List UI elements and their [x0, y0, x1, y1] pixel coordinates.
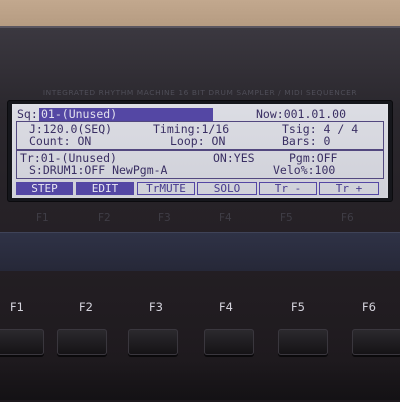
f1-button[interactable]: [0, 329, 44, 355]
f5-button[interactable]: [278, 329, 328, 355]
case-band: [0, 232, 400, 271]
f1-label: F1: [10, 300, 24, 314]
silkscreen-f5: F5: [280, 212, 293, 224]
sound-field[interactable]: S:DRUM1:OFF NewPgm-A: [29, 164, 167, 177]
now-position: Now:001.01.00: [256, 107, 347, 121]
f6-label: F6: [362, 300, 376, 314]
silkscreen-f1: F1: [36, 212, 49, 224]
f5-label: F5: [291, 300, 305, 314]
lcd-screen: Sq: 01-(Unused) Now:001.01.00 J:120.0(SE…: [12, 104, 388, 198]
f3-button[interactable]: [128, 329, 178, 355]
loop-field[interactable]: Loop: ON: [170, 135, 225, 148]
softkey-bar: STEP EDIT TrMUTE SOLO Tr - Tr +: [14, 182, 386, 196]
softkey-tr-plus[interactable]: Tr +: [319, 182, 379, 195]
silkscreen-f4: F4: [219, 212, 232, 224]
silkscreen-f3: F3: [158, 212, 171, 224]
sequence-label: Sq:: [17, 107, 38, 121]
softkey-trmute[interactable]: TrMUTE: [137, 182, 195, 195]
lower-shadow: [0, 360, 400, 400]
softkey-edit[interactable]: EDIT: [76, 182, 134, 195]
count-field[interactable]: Count: ON: [29, 135, 91, 148]
velocity-field[interactable]: Velo%:100: [273, 164, 335, 177]
f2-label: F2: [79, 300, 93, 314]
f4-label: F4: [219, 300, 233, 314]
f3-label: F3: [149, 300, 163, 314]
track-on-field[interactable]: ON:YES: [213, 152, 255, 165]
softkey-tr-minus[interactable]: Tr -: [259, 182, 317, 195]
softkey-step[interactable]: STEP: [16, 182, 73, 195]
sequence-field[interactable]: 01-(Unused): [39, 108, 213, 121]
f4-button[interactable]: [204, 329, 254, 355]
bars-field[interactable]: Bars: 0: [282, 135, 330, 148]
brand-line: INTEGRATED RHYTHM MACHINE 16 BIT DRUM SA…: [42, 88, 358, 97]
f6-button[interactable]: [352, 329, 400, 355]
silkscreen-f6: F6: [341, 212, 354, 224]
f2-button[interactable]: [57, 329, 107, 355]
softkey-solo[interactable]: SOLO: [197, 182, 257, 195]
silkscreen-f2: F2: [98, 212, 111, 224]
